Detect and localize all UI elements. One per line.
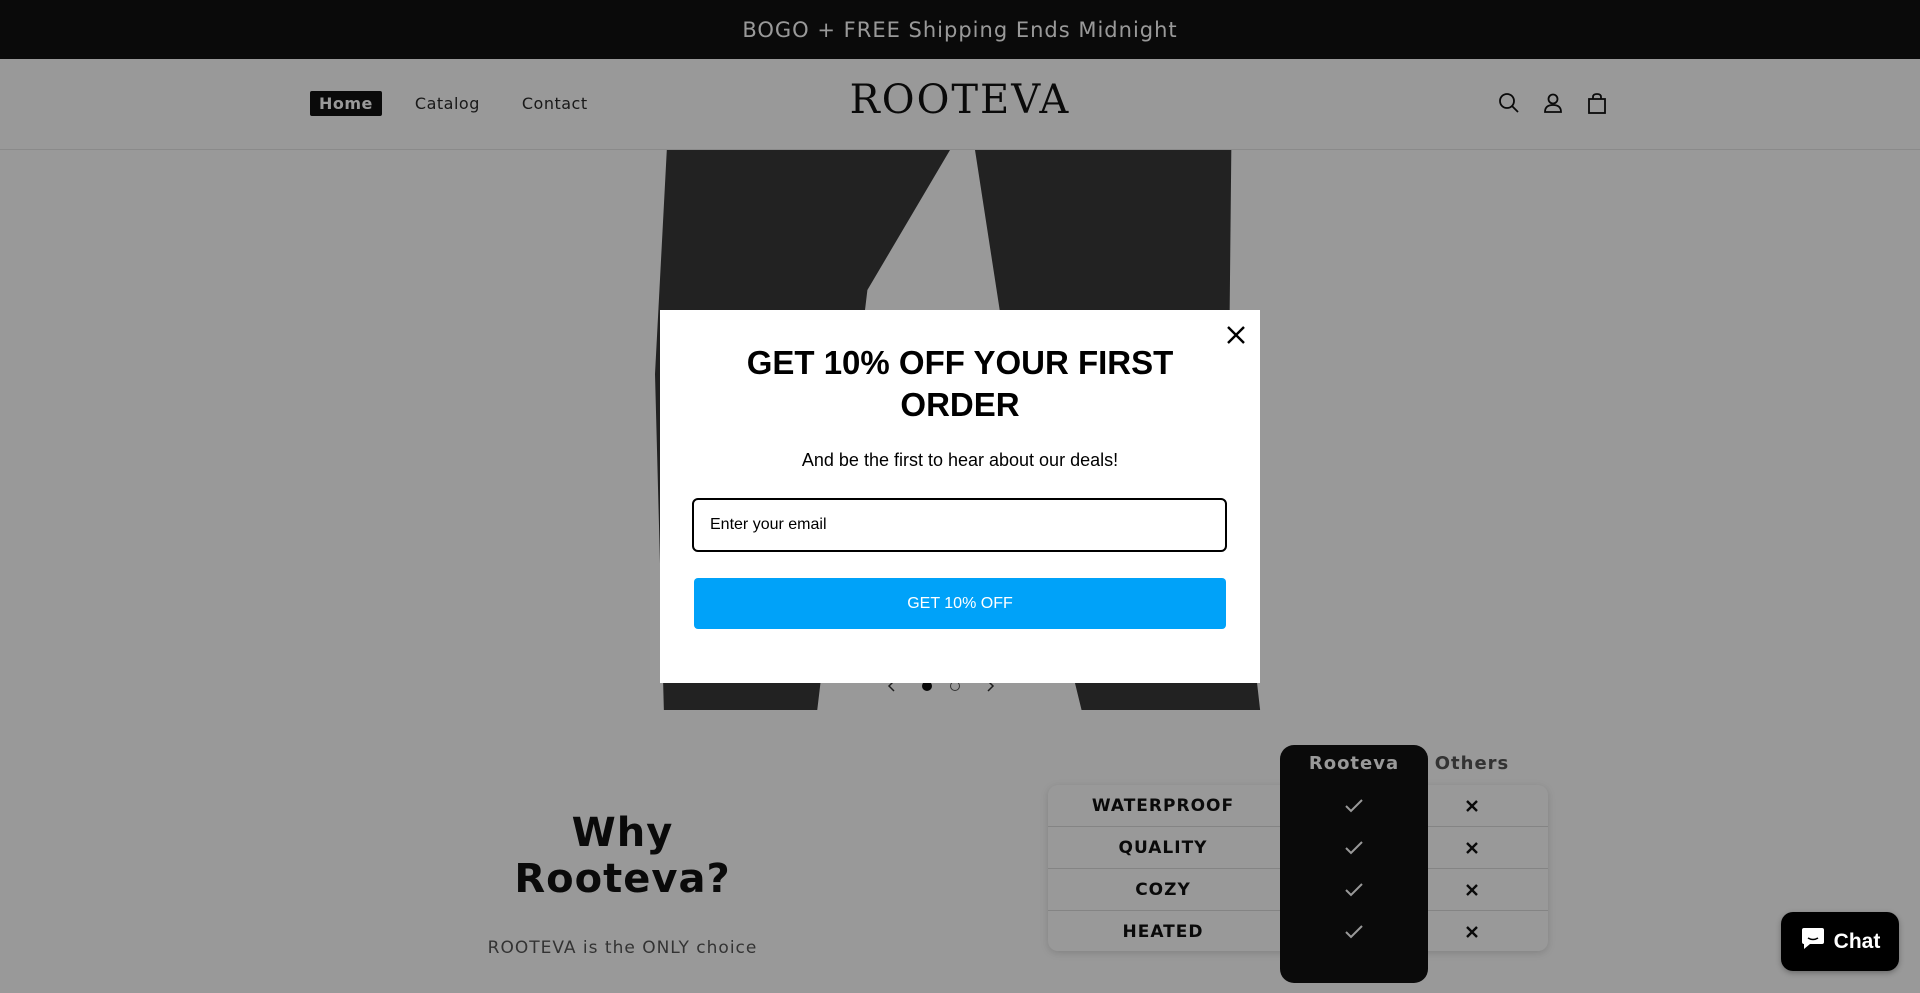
- chat-button[interactable]: Chat: [1781, 912, 1899, 971]
- discount-popup: GET 10% OFF YOUR FIRST ORDER And be the …: [660, 310, 1260, 683]
- popup-subtitle: And be the first to hear about our deals…: [801, 450, 1119, 470]
- popup-title: GET 10% OFF YOUR FIRST ORDER: [746, 344, 1174, 423]
- email-field[interactable]: [692, 498, 1227, 552]
- chat-label: Chat: [1833, 929, 1881, 953]
- chat-icon: [1800, 927, 1826, 957]
- get-discount-button[interactable]: GET 10% OFF: [694, 578, 1226, 629]
- close-icon[interactable]: [1223, 322, 1249, 348]
